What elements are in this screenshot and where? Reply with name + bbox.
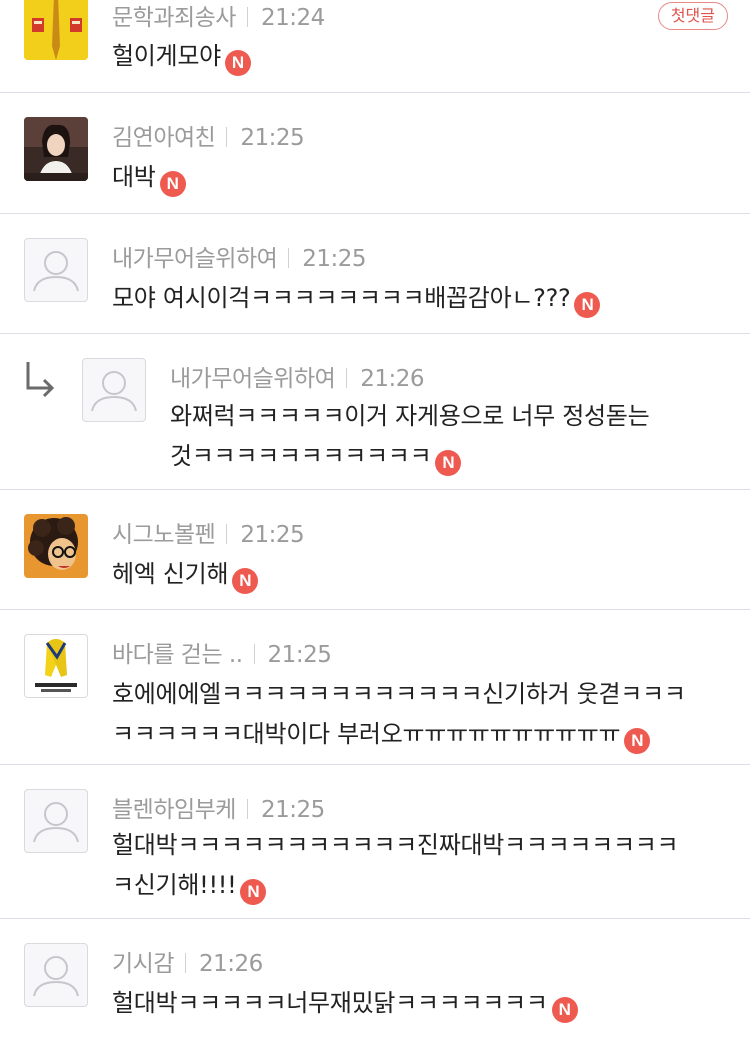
comment-text-line: 헐대박ㅋㅋㅋㅋㅋㅋㅋㅋㅋㅋㅋ진짜대박ㅋㅋㅋㅋㅋㅋㅋㅋ [112, 831, 679, 859]
comment-author[interactable]: 블렌하임부케 [112, 797, 236, 823]
comment-author[interactable]: 김연아여친 [112, 125, 216, 151]
comment-author[interactable]: 내가무어슬위하여 [170, 366, 336, 392]
comment-item: 블렌하임부케 21:25 헐대박ㅋㅋㅋㅋㅋㅋㅋㅋㅋㅋㅋ진짜대박ㅋㅋㅋㅋㅋㅋㅋㅋ ㅋ… [0, 765, 750, 919]
new-badge: N [240, 879, 267, 905]
avatar-image [24, 117, 88, 181]
comment-text: 대박 N [112, 157, 186, 197]
comment-item: 시그노볼펜 21:25 헤엑 신기해 N [0, 490, 750, 610]
comment-meta: 내가무어슬위하여 21:26 [170, 359, 425, 393]
new-badge: N [159, 171, 186, 197]
comment-author[interactable]: 시그노볼펜 [112, 522, 216, 548]
reply-arrow-icon [26, 362, 55, 398]
avatar[interactable] [24, 634, 88, 698]
comment-item: 문학과죄송사 21:24 첫댓글 헐이게모야 N [0, 0, 750, 93]
default-profile-icon [33, 251, 79, 292]
comment-text-line: ㅋ신기해!!!! [112, 871, 237, 899]
comment-author[interactable]: 바다를 걷는 .. [112, 642, 243, 668]
comment-text-line: 와쩌럭ㅋㅋㅋㅋㅋ이거 자게용으로 너무 정성돋는 [170, 402, 650, 430]
avatar[interactable] [24, 943, 88, 1007]
reply-comment-item: 내가무어슬위하여 21:26 와쩌럭ㅋㅋㅋㅋㅋ이거 자게용으로 너무 정성돋는 것… [0, 334, 750, 490]
comment-meta: 바다를 걷는 .. 21:25 [112, 635, 332, 669]
comment-text-line: 것ㅋㅋㅋㅋㅋㅋㅋㅋㅋㅋㅋ [170, 442, 432, 470]
comment-item: 김연아여친 21:25 대박 N [0, 93, 750, 214]
default-profile-icon [33, 956, 79, 997]
new-badge: N [551, 997, 578, 1023]
avatar[interactable] [24, 789, 88, 853]
new-badge: N [224, 50, 251, 76]
comment-item: 바다를 걷는 .. 21:25 호에에에엘ㅋㅋㅋㅋㅋㅋㅋㅋㅋㅋㅋㅋ신기하거 웃겯ㅋ… [0, 610, 750, 765]
comment-item: 기시감 21:26 헐대박ㅋㅋㅋㅋㅋ너무재밌닭ㅋㅋㅋㅋㅋㅋㅋ N [0, 919, 750, 1044]
comment-text: 호에에에엘ㅋㅋㅋㅋㅋㅋㅋㅋㅋㅋㅋㅋ신기하거 웃겯ㅋㅋㅋ ㅋㅋㅋㅋㅋㅋ대박이다 부… [112, 674, 686, 754]
comment-time: 21:24 [260, 5, 325, 31]
meta-divider [346, 368, 348, 388]
avatar[interactable] [24, 514, 88, 578]
comment-meta: 문학과죄송사 21:24 [112, 0, 325, 32]
comment-author[interactable]: 내가무어슬위하여 [112, 246, 278, 272]
comment-text-content: 헤엑 신기해 [112, 560, 229, 588]
new-badge: N [574, 292, 601, 318]
default-profile-icon [91, 371, 137, 412]
comment-text-content: 대박 [112, 163, 156, 191]
avatar-image [24, 0, 88, 60]
avatar[interactable] [24, 117, 88, 181]
comment-meta: 김연아여친 21:25 [112, 118, 305, 152]
comment-time: 21:25 [240, 125, 305, 151]
meta-divider [184, 953, 186, 973]
first-comment-badge: 첫댓글 [657, 2, 728, 30]
comment-time: 21:26 [360, 366, 425, 392]
comment-text-content: 헐이게모야 [112, 42, 221, 70]
new-badge: N [624, 728, 651, 754]
comment-text-content: 헐대박ㅋㅋㅋㅋㅋ너무재밌닭ㅋㅋㅋㅋㅋㅋㅋ [112, 989, 548, 1017]
comment-text: 헤엑 신기해 N [112, 554, 259, 594]
avatar[interactable] [24, 238, 88, 302]
comment-meta: 기시감 21:26 [112, 944, 263, 978]
comment-text-line: 호에에에엘ㅋㅋㅋㅋㅋㅋㅋㅋㅋㅋㅋㅋ신기하거 웃겯ㅋㅋㅋ [112, 680, 686, 708]
comment-time: 21:25 [260, 797, 325, 823]
meta-divider [288, 248, 290, 268]
comment-text-line: ㅋㅋㅋㅋㅋㅋ대박이다 부러오ㅠㅠㅠㅠㅠㅠㅠㅠㅠㅠ [112, 720, 621, 748]
comment-meta: 내가무어슬위하여 21:25 [112, 239, 367, 273]
comment-meta: 시그노볼펜 21:25 [112, 515, 305, 549]
comment-author[interactable]: 문학과죄송사 [112, 5, 236, 31]
default-profile-icon [33, 802, 79, 843]
meta-divider [246, 799, 248, 819]
comment-text: 와쩌럭ㅋㅋㅋㅋㅋ이거 자게용으로 너무 정성돋는 것ㅋㅋㅋㅋㅋㅋㅋㅋㅋㅋㅋ N [170, 396, 650, 476]
comment-time: 21:25 [240, 522, 305, 548]
meta-divider [253, 644, 255, 664]
comment-meta: 블렌하임부케 21:25 [112, 790, 325, 824]
comment-text: 모야 여시이걱ㅋㅋㅋㅋㅋㅋㅋㅋ배꼽감아ㄴ??? N [112, 278, 601, 318]
meta-divider [226, 524, 228, 544]
avatar-image [24, 514, 88, 578]
comment-text: 헐이게모야 N [112, 36, 251, 76]
new-badge: N [435, 450, 462, 476]
comment-time: 21:25 [267, 642, 332, 668]
comment-text: 헐대박ㅋㅋㅋㅋㅋ너무재밌닭ㅋㅋㅋㅋㅋㅋㅋ N [112, 983, 578, 1023]
yellow-ribbon-icon [35, 639, 77, 692]
avatar[interactable] [24, 0, 88, 60]
comment-time: 21:25 [302, 246, 367, 272]
avatar[interactable] [82, 358, 146, 422]
comment-text-content: 모야 여시이걱ㅋㅋㅋㅋㅋㅋㅋㅋ배꼽감아ㄴ??? [112, 284, 571, 312]
meta-divider [226, 127, 228, 147]
comment-author[interactable]: 기시감 [112, 951, 174, 977]
comment-time: 21:26 [198, 951, 263, 977]
comment-text: 헐대박ㅋㅋㅋㅋㅋㅋㅋㅋㅋㅋㅋ진짜대박ㅋㅋㅋㅋㅋㅋㅋㅋ ㅋ신기해!!!! N [112, 825, 679, 905]
comment-item: 내가무어슬위하여 21:25 모야 여시이걱ㅋㅋㅋㅋㅋㅋㅋㅋ배꼽감아ㄴ??? N [0, 214, 750, 334]
meta-divider [246, 7, 248, 27]
new-badge: N [232, 568, 259, 594]
